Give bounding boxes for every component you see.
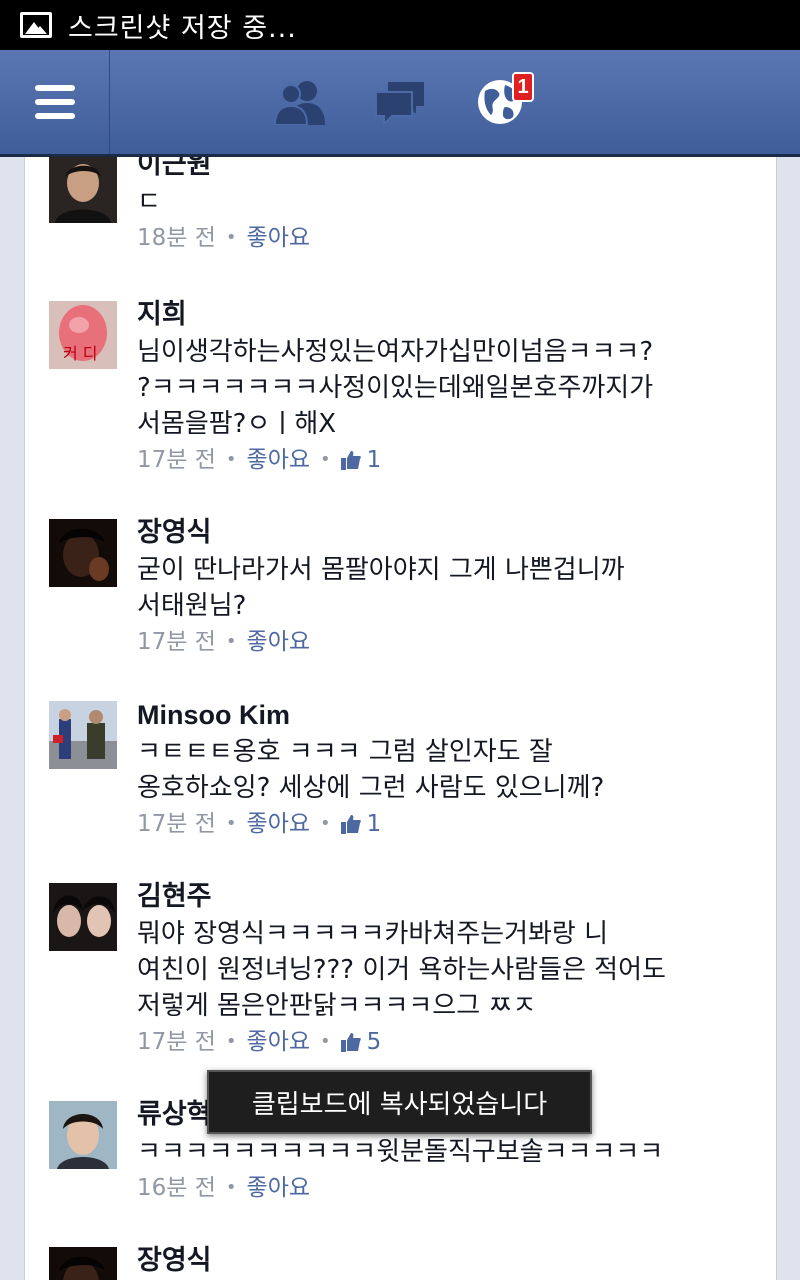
status-text: 스크린샷 저장 중... (68, 12, 297, 44)
menu-icon-bar (34, 99, 75, 105)
comment-meta: 17분 전 • 좋아요 • 1 (137, 806, 737, 842)
toast-message: 클립보드에 복사되었습니다 (207, 1070, 592, 1134)
notifications-button[interactable] (472, 50, 528, 154)
avatar[interactable] (49, 701, 117, 769)
like-link[interactable]: 좋아요 (247, 442, 310, 478)
comment-time: 17분 전 (137, 811, 216, 837)
avatar[interactable] (49, 1101, 117, 1169)
like-count[interactable]: 5 (340, 1024, 381, 1060)
comment-time: 17분 전 (137, 447, 216, 473)
comment-meta: 17분 전 • 좋아요 • 5 (137, 1024, 737, 1060)
top-nav-bar: 1 (0, 50, 800, 157)
comment-meta: 17분 전 • 좋아요 (137, 624, 737, 660)
commenter-name[interactable]: 장영식 (137, 515, 737, 551)
comment-text: ㅋㅌㅌㅌ옹호 ㅋㅋㅋ 그럼 살인자도 잘 옹호하쇼잉? 세상에 그런 사람도 있… (137, 737, 605, 803)
like-link[interactable]: 좋아요 (247, 806, 310, 842)
avatar[interactable] (49, 1247, 117, 1280)
comment-meta: 17분 전 • 좋아요 • 1 (137, 442, 737, 478)
image-icon (20, 12, 52, 38)
comment-time: 18분 전 (137, 225, 216, 251)
notification-badge: 1 (512, 72, 534, 102)
friends-icon (273, 81, 325, 125)
like-link[interactable]: 좋아요 (247, 220, 310, 256)
like-link[interactable]: 좋아요 (247, 1170, 310, 1206)
like-count[interactable]: 1 (340, 806, 381, 842)
comment-text: 뭐야 장영식ㅋㅋㅋㅋㅋ카바쳐주는거봐랑 니 여친이 원정녀닝??? 이거 욕하는… (137, 919, 666, 1021)
thumbs-up-icon (340, 815, 361, 834)
comment-meta: 18분 전 • 좋아요 (137, 220, 737, 256)
avatar[interactable] (49, 883, 117, 951)
like-link[interactable]: 좋아요 (247, 1024, 310, 1060)
commenter-name[interactable]: 장영식 (137, 1243, 737, 1279)
comment-text: ㄷ (137, 187, 161, 217)
messages-icon (375, 82, 424, 124)
messages-button[interactable] (372, 50, 428, 154)
menu-button[interactable] (0, 50, 110, 154)
comment-time: 16분 전 (137, 1175, 216, 1201)
commenter-name[interactable]: 이근원 (137, 157, 737, 183)
avatar[interactable]: 커 디 (49, 301, 117, 369)
commenter-name[interactable]: 김현주 (137, 879, 737, 915)
svg-text:커 디: 커 디 (63, 344, 98, 363)
comment-text: 굳이 딴나라가서 몸팔아야지 그게 나쁜겁니까 서태원님? (137, 555, 625, 621)
avatar[interactable] (49, 519, 117, 587)
comment-time: 17분 전 (137, 629, 216, 655)
comment-text: 님이생각하는사정있는여자가십만이넘음ㅋㅋㅋ? ?ㅋㅋㅋㅋㅋㅋㅋ사정이있는데왜일본… (137, 337, 654, 439)
friend-requests-button[interactable] (270, 50, 330, 154)
like-link[interactable]: 좋아요 (247, 624, 310, 660)
commenter-name[interactable]: Minsoo Kim (137, 697, 737, 733)
menu-icon-bar (34, 113, 75, 119)
comment-meta: 16분 전 • 좋아요 (137, 1170, 737, 1206)
thumbs-up-icon (340, 1033, 361, 1052)
avatar[interactable] (49, 157, 117, 223)
menu-icon-bar (34, 85, 75, 91)
commenter-name[interactable]: 지희 (137, 297, 737, 333)
thumbs-up-icon (340, 451, 361, 470)
status-bar: 스크린샷 저장 중... (0, 0, 800, 50)
comment-text: ㅋㅋㅋㅋㅋㅋㅋㅋㅋㅋ윗분돌직구보솔ㅋㅋㅋㅋㅋ (137, 1137, 664, 1167)
like-count[interactable]: 1 (340, 442, 381, 478)
comment-time: 17분 전 (137, 1029, 216, 1055)
